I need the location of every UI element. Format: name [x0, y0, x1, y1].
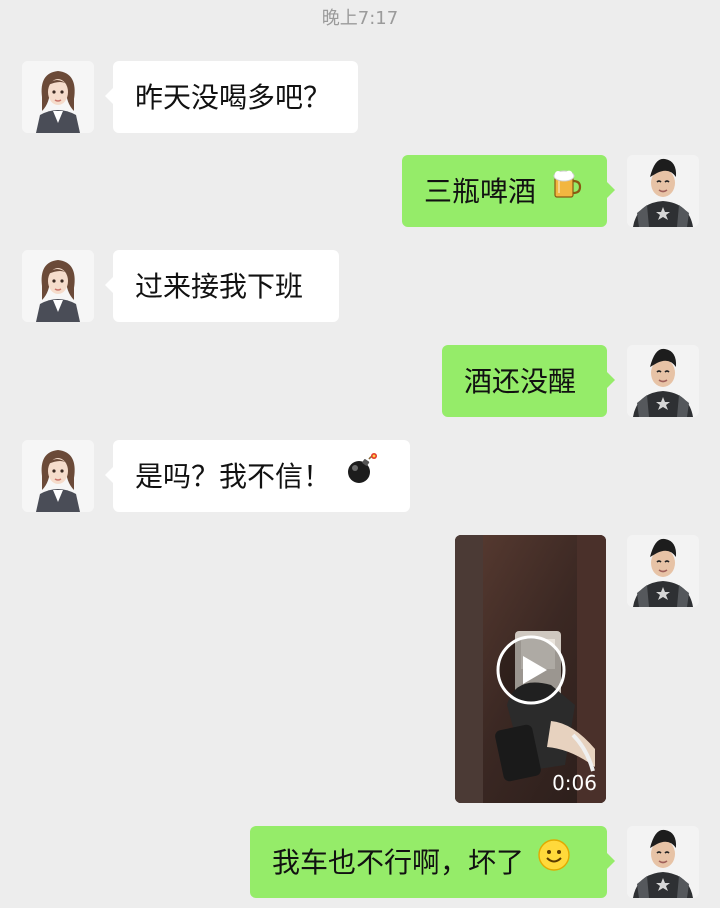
young-man-avatar-icon — [627, 155, 699, 227]
message-text: 过来接我下班 — [135, 270, 304, 303]
smile-icon — [537, 827, 571, 899]
chat-timestamp: 晚上7:17 — [321, 8, 399, 29]
message-bubble-incoming[interactable]: 是吗？我不信！ — [105, 440, 410, 513]
play-icon[interactable] — [495, 634, 567, 706]
message-bubble-outgoing[interactable]: 我车也不行啊，坏了 — [250, 826, 615, 899]
message-text: 昨天没喝多吧？ — [135, 81, 332, 114]
message-bubble-outgoing[interactable]: 酒还没醒 — [442, 345, 615, 417]
beer-mug-icon — [549, 156, 583, 228]
message-text: 三瓶啤酒 — [424, 175, 537, 208]
message-text: 酒还没醒 — [464, 365, 577, 398]
bomb-icon — [344, 441, 378, 513]
young-man-avatar-icon — [627, 535, 699, 607]
businesswoman-avatar-icon — [22, 61, 94, 133]
businesswoman-avatar-icon — [22, 250, 94, 322]
contact-avatar[interactable] — [22, 250, 94, 322]
my-avatar[interactable] — [627, 535, 699, 607]
businesswoman-avatar-icon — [22, 440, 94, 512]
young-man-avatar-icon — [627, 826, 699, 898]
message-text: 是吗？我不信！ — [135, 460, 332, 493]
video-message[interactable]: 0:06 — [455, 535, 606, 803]
message-bubble-outgoing[interactable]: 三瓶啤酒 — [402, 155, 615, 228]
my-avatar[interactable] — [627, 155, 699, 227]
contact-avatar[interactable] — [22, 440, 94, 512]
message-bubble-incoming[interactable]: 昨天没喝多吧？ — [105, 61, 358, 133]
young-man-avatar-icon — [627, 345, 699, 417]
contact-avatar[interactable] — [22, 61, 94, 133]
video-duration: 0:06 — [552, 771, 597, 795]
message-text: 我车也不行啊，坏了 — [272, 846, 525, 879]
message-bubble-incoming[interactable]: 过来接我下班 — [105, 250, 339, 322]
my-avatar[interactable] — [627, 345, 699, 417]
my-avatar[interactable] — [627, 826, 699, 898]
